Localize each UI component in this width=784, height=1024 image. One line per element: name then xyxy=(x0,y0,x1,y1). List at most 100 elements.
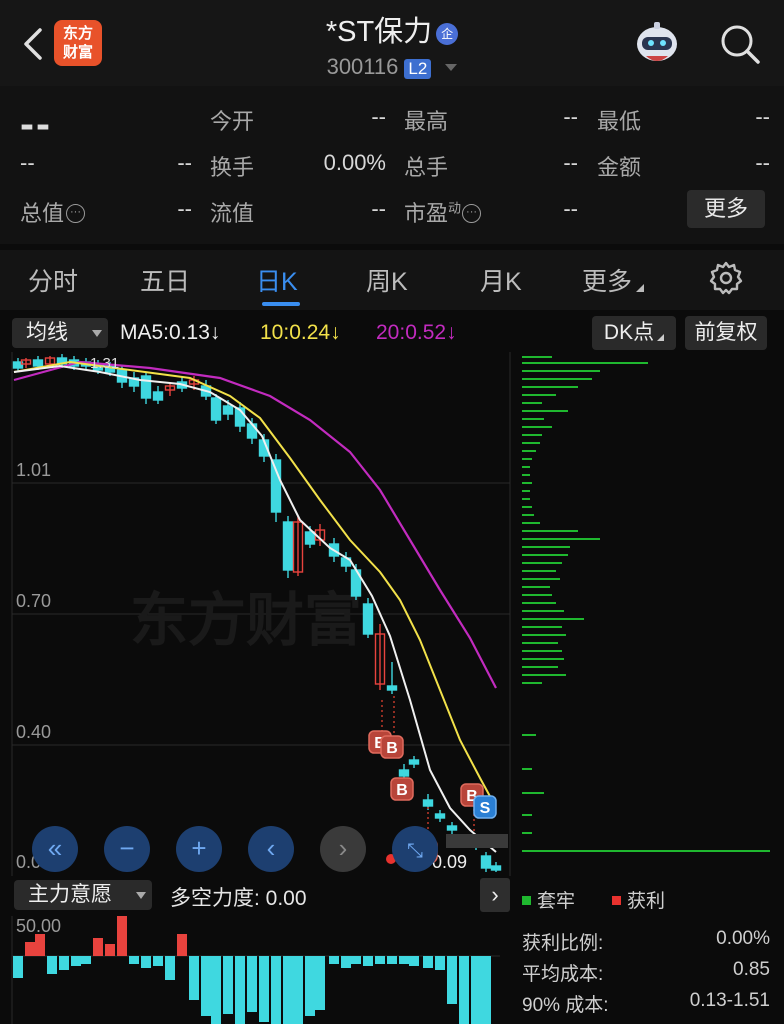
candle-body xyxy=(386,685,398,691)
chip-bar xyxy=(522,658,564,660)
active-tab-indicator xyxy=(262,302,300,306)
chip-bar xyxy=(522,418,544,420)
scroll-left-button[interactable]: ‹ xyxy=(248,826,294,872)
indicator-bar xyxy=(271,956,281,1024)
pe-label[interactable]: 市盈动 ··· xyxy=(404,196,482,228)
indicator-bar xyxy=(447,956,457,1004)
amount-label: 金额 xyxy=(597,155,642,180)
low-value: -- xyxy=(755,104,770,129)
y-tick: 0.40 xyxy=(16,722,51,742)
indicator-value: 多空力度: 0.00 xyxy=(170,887,307,910)
fullscreen-button[interactable]: ⤡ xyxy=(392,826,438,872)
more-quote-button[interactable]: 更多 xyxy=(687,190,765,228)
indicator-type-select[interactable]: 均线 xyxy=(12,318,108,348)
chip-bar xyxy=(522,538,600,540)
indicator-select[interactable]: 主力意愿 xyxy=(14,880,152,910)
candle-body xyxy=(304,531,316,545)
stock-title: *ST保力企 xyxy=(250,8,534,50)
indicator-bar xyxy=(305,956,315,1016)
high-label: 最高 xyxy=(404,109,449,134)
indicator-bar xyxy=(399,956,409,964)
robot-assistant-icon[interactable] xyxy=(632,20,682,66)
tab-intraday[interactable]: 分时 xyxy=(28,262,78,298)
tab-monthly-k[interactable]: 月K xyxy=(480,262,522,298)
chip-bar xyxy=(522,458,532,460)
scroll-right-button[interactable]: › xyxy=(320,826,366,872)
kline-chart[interactable]: 东方财富 1.01 0.70 0.40 0.09 1.31 0.09 BBBBB… xyxy=(0,352,784,876)
tab-five-day[interactable]: 五日 xyxy=(140,262,190,298)
candle-body xyxy=(32,359,44,367)
indicator-y-tick: 50.00 xyxy=(16,916,61,936)
legend-profit: 获利 xyxy=(612,886,665,913)
chip-bar xyxy=(522,394,556,396)
chip-bar xyxy=(522,650,562,652)
chip-bar xyxy=(522,814,532,816)
chevron-left-icon: ‹ xyxy=(266,833,276,863)
chip-bar xyxy=(522,642,558,644)
indicator-bar xyxy=(47,956,57,974)
level2-badge: L2 xyxy=(404,59,432,79)
zoom-out-button[interactable]: − xyxy=(104,826,150,872)
chip-bar xyxy=(522,378,592,380)
corner-triangle-icon xyxy=(636,284,645,292)
expand-indicator-button[interactable]: › xyxy=(480,878,510,912)
low-label: 最低 xyxy=(597,109,642,134)
indicator-bar xyxy=(81,956,91,964)
last-price: -- xyxy=(20,100,52,147)
indicator-bar xyxy=(235,956,245,1024)
forward-adjust-button[interactable]: 前复权 xyxy=(685,316,767,350)
market-cap-label[interactable]: 总值 ··· xyxy=(20,196,86,228)
quote-panel xyxy=(0,86,784,244)
profit-ratio-value: 0.00% xyxy=(716,928,770,949)
caret-down-icon xyxy=(92,330,102,337)
fast-back-button[interactable]: « xyxy=(32,826,78,872)
y-tick: 0.70 xyxy=(16,591,51,611)
indicator-bar xyxy=(315,956,325,1010)
stock-code-row[interactable]: 300116 L2 xyxy=(250,54,534,80)
chip-bar xyxy=(522,682,542,684)
plus-icon: + xyxy=(191,833,207,863)
indicator-select-label: 主力意愿 xyxy=(28,883,112,906)
chip-bar xyxy=(522,626,562,628)
indicator-bar xyxy=(201,956,211,1016)
ma5-value: MA5:0.13↓ xyxy=(120,321,221,344)
ma10-value: 10:0.24↓ xyxy=(260,321,341,344)
tab-weekly-k[interactable]: 周K xyxy=(366,262,408,298)
zoom-in-button[interactable]: + xyxy=(176,826,222,872)
back-icon[interactable] xyxy=(18,24,58,64)
chip-bar xyxy=(522,832,532,834)
buy-marker-label: B xyxy=(396,782,408,799)
tab-more[interactable]: 更多 xyxy=(582,262,645,298)
volume-label: 总手 xyxy=(404,155,449,180)
dk-point-button[interactable]: DK点 xyxy=(592,316,676,350)
chip-bar xyxy=(522,426,552,428)
indicator-type-label: 均线 xyxy=(26,321,68,344)
search-icon[interactable] xyxy=(716,20,764,68)
gear-icon[interactable] xyxy=(708,260,744,296)
candle-body xyxy=(152,391,164,401)
pe-text: 市盈 xyxy=(404,201,449,226)
tab-daily-k[interactable]: 日K xyxy=(256,262,298,298)
indicator-bar xyxy=(153,956,163,966)
legend-profit-label: 获利 xyxy=(627,891,666,912)
chip-bar xyxy=(522,530,578,532)
indicator-bar xyxy=(165,956,175,980)
watermark: 东方财富 xyxy=(130,588,362,653)
expand-icon: ⤡ xyxy=(407,840,423,862)
chip-bar xyxy=(522,498,530,500)
pe-value: -- xyxy=(563,196,578,221)
price-change-pct: -- xyxy=(177,150,192,175)
candle-body xyxy=(408,759,420,765)
caret-down-icon xyxy=(136,892,146,899)
chip-bar xyxy=(522,586,550,588)
candle-body xyxy=(282,521,294,571)
candle-body xyxy=(446,825,458,831)
minus-icon: − xyxy=(119,833,135,863)
indicator-bar xyxy=(351,956,361,964)
info-icon[interactable]: ··· xyxy=(66,204,86,223)
info-icon[interactable]: ··· xyxy=(462,204,482,223)
chevron-right-icon: › xyxy=(338,833,348,863)
dk-point-label: DK点 xyxy=(603,321,655,344)
double-chevron-left-icon: « xyxy=(47,833,63,863)
chevron-down-icon[interactable] xyxy=(445,64,458,71)
